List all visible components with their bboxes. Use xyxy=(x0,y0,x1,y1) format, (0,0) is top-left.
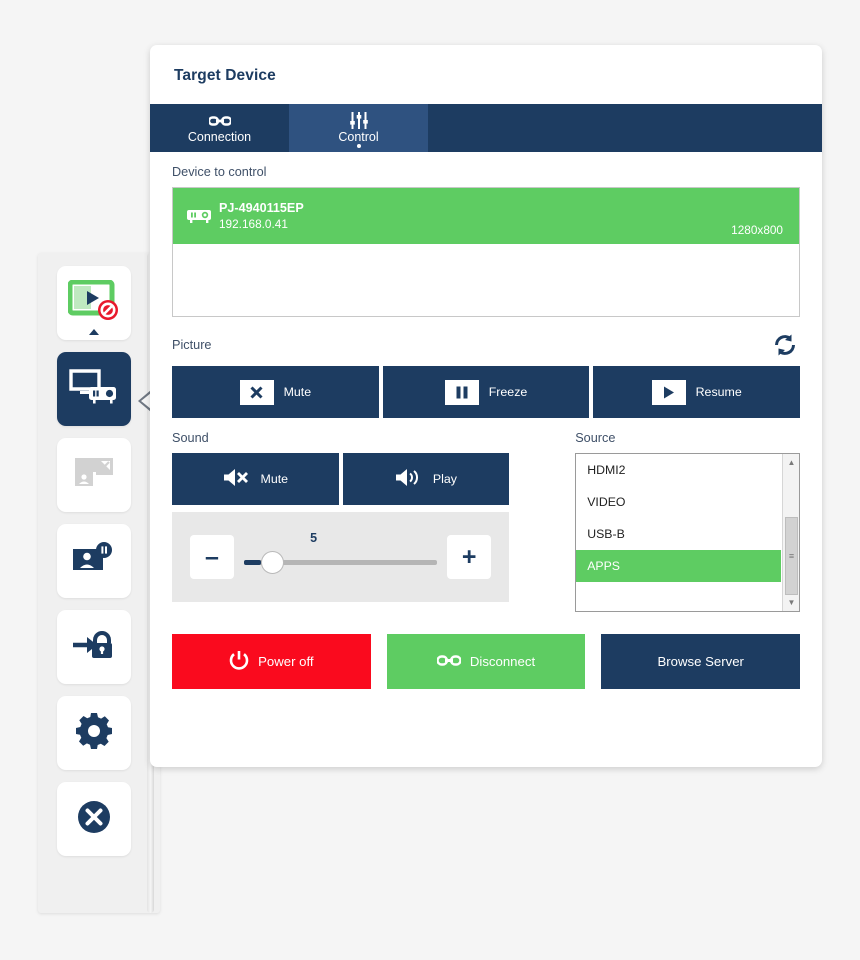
sound-mute-label: Mute xyxy=(260,472,289,486)
screen-play-blocked-icon xyxy=(67,279,120,327)
target-device-panel: Target Device Connection Control Device … xyxy=(150,45,822,767)
source-option-usbb[interactable]: USB-B xyxy=(576,518,781,550)
screen-expand-icon xyxy=(71,453,117,498)
picture-header: Picture xyxy=(172,331,800,359)
sound-play-button[interactable]: Play xyxy=(342,453,510,505)
picture-freeze-button[interactable]: Freeze xyxy=(382,366,590,418)
sidebar-item-presenter-pause[interactable] xyxy=(57,524,131,598)
source-option-video[interactable]: VIDEO xyxy=(576,486,781,518)
volume-decrease-button[interactable]: – xyxy=(190,535,234,579)
source-section: Source HDMI2 VIDEO USB-B APPS ▲ ≡ ▼ xyxy=(575,418,800,612)
app-root: Target Device Connection Control Device … xyxy=(0,0,860,960)
power-icon xyxy=(229,650,249,673)
user-screen-pause-icon xyxy=(70,539,118,584)
sound-section: Sound Mute Play – 5 + xyxy=(172,418,510,612)
sound-play-label: Play xyxy=(432,472,457,486)
login-lock-icon xyxy=(70,625,118,670)
link-icon xyxy=(208,112,231,129)
monitor-projector-icon xyxy=(69,367,119,412)
projector-icon xyxy=(187,208,219,224)
source-option-apps[interactable]: APPS xyxy=(576,550,781,582)
source-scrollbar[interactable]: ▲ ≡ ▼ xyxy=(782,454,799,611)
sidebar-item-login-lock[interactable] xyxy=(57,610,131,684)
volume-increase-button[interactable]: + xyxy=(447,535,492,579)
device-name: PJ-4940115EP xyxy=(219,201,304,215)
sidebar-item-screen-extend[interactable] xyxy=(57,438,131,512)
sidebar-item-target-device[interactable] xyxy=(57,352,131,426)
source-label: Source xyxy=(575,431,616,445)
caret-up-icon[interactable]: ▲ xyxy=(783,454,799,471)
panel-body: Device to control PJ-4940115EP 192.168.0… xyxy=(150,165,822,689)
device-list[interactable]: PJ-4940115EP 192.168.0.41 1280x800 xyxy=(172,187,800,317)
tab-control[interactable]: Control xyxy=(289,104,428,152)
tab-connection[interactable]: Connection xyxy=(150,104,289,152)
device-resolution: 1280x800 xyxy=(731,223,783,237)
source-options: HDMI2 VIDEO USB-B APPS xyxy=(576,454,781,582)
power-off-label: Power off xyxy=(258,654,314,669)
tab-connection-label: Connection xyxy=(187,130,252,144)
sidebar-caret-icon xyxy=(89,329,99,335)
plus-icon: + xyxy=(461,542,477,571)
sound-source-row: Sound Mute Play – 5 + Source HDMI2 VIDEO… xyxy=(172,418,800,612)
speaker-on-icon xyxy=(395,468,425,490)
action-buttons: Power off Disconnect Browse Server xyxy=(172,634,801,689)
gear-icon xyxy=(74,711,114,756)
tab-active-indicator xyxy=(356,144,361,148)
sound-mute-button[interactable]: Mute xyxy=(172,453,339,505)
refresh-icon[interactable] xyxy=(770,331,800,359)
sound-buttons: Mute Play xyxy=(172,453,510,505)
tab-control-label: Control xyxy=(338,130,379,144)
picture-freeze-label: Freeze xyxy=(488,385,528,399)
source-listbox[interactable]: HDMI2 VIDEO USB-B APPS ▲ ≡ ▼ xyxy=(575,453,800,612)
speaker-mute-icon xyxy=(223,468,253,490)
source-option-hdmi2[interactable]: HDMI2 xyxy=(576,454,781,486)
device-ip: 192.168.0.41 xyxy=(219,217,288,231)
sound-label: Sound xyxy=(172,431,209,445)
tab-bar: Connection Control xyxy=(150,104,822,152)
picture-mute-button[interactable]: Mute xyxy=(172,366,379,418)
picture-resume-button[interactable]: Resume xyxy=(593,366,801,418)
close-circle-icon xyxy=(75,798,113,841)
browse-server-label: Browse Server xyxy=(657,654,744,669)
picture-label: Picture xyxy=(172,338,212,352)
browse-server-button[interactable]: Browse Server xyxy=(601,634,801,689)
slider-fill xyxy=(244,560,262,565)
picture-mute-label: Mute xyxy=(283,385,312,399)
picture-buttons: Mute Freeze Resume xyxy=(172,366,801,418)
disconnect-label: Disconnect xyxy=(469,654,536,669)
page-title: Target Device xyxy=(174,67,276,84)
link-icon xyxy=(436,654,462,670)
device-section-label: Device to control xyxy=(172,165,267,179)
sliders-icon xyxy=(349,112,369,129)
volume-control: – 5 + xyxy=(172,512,510,602)
device-info: PJ-4940115EP 192.168.0.41 xyxy=(219,200,731,232)
device-list-item[interactable]: PJ-4940115EP 192.168.0.41 1280x800 xyxy=(173,188,799,244)
x-icon xyxy=(239,379,274,405)
caret-down-icon[interactable]: ▼ xyxy=(783,594,799,611)
slider-thumb[interactable] xyxy=(261,551,285,574)
disconnect-button[interactable]: Disconnect xyxy=(386,634,586,689)
left-toolbar xyxy=(38,253,160,913)
sidebar-item-present-stop[interactable] xyxy=(57,266,131,340)
power-off-button[interactable]: Power off xyxy=(172,634,371,689)
sidebar-item-settings[interactable] xyxy=(57,696,131,770)
picture-resume-label: Resume xyxy=(695,385,742,399)
volume-slider[interactable]: 5 xyxy=(244,531,438,579)
scrollbar-thumb[interactable]: ≡ xyxy=(785,517,798,595)
minus-icon: – xyxy=(205,542,219,571)
volume-value: 5 xyxy=(310,531,318,545)
sidebar-item-exit[interactable] xyxy=(57,782,131,856)
pause-icon xyxy=(444,379,479,405)
play-icon xyxy=(651,379,686,405)
